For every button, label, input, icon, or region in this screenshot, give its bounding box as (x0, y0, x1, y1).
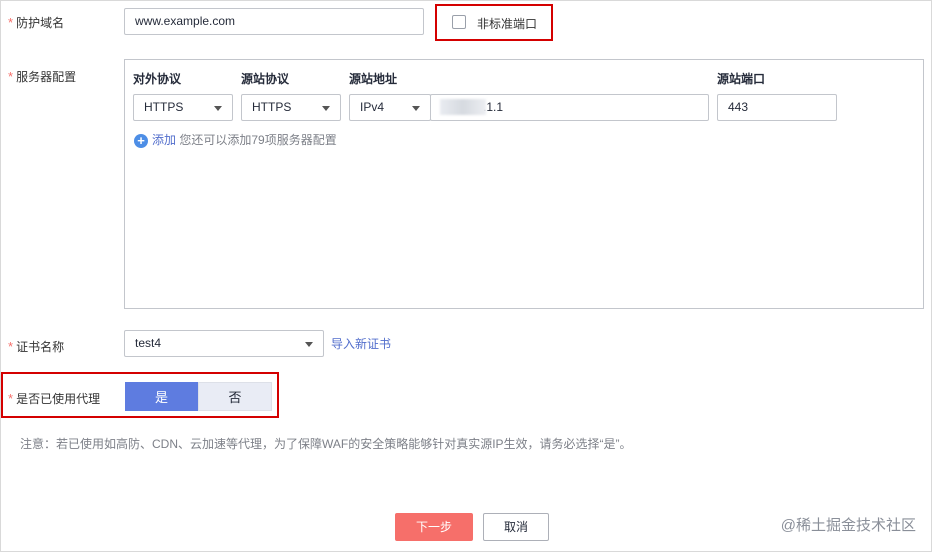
add-server-hint: 您还可以添加79项服务器配置 (179, 133, 337, 147)
redacted-address-blur (440, 99, 486, 115)
chevron-down-icon (214, 106, 222, 111)
domain-input[interactable]: www.example.com (124, 8, 424, 35)
external-protocol-select[interactable]: HTTPS (133, 94, 233, 121)
chevron-down-icon (322, 106, 330, 111)
nonstandard-port-label: 非标准端口 (477, 17, 538, 31)
certificate-select[interactable]: test4 (124, 330, 324, 357)
required-star: * (8, 391, 14, 406)
origin-port-input[interactable]: 443 (717, 94, 837, 121)
watermark: @稀土掘金技术社区 (780, 517, 916, 534)
col-external-protocol: 对外协议 (133, 72, 182, 86)
plus-circle-icon[interactable]: + (134, 134, 148, 148)
server-config-label: * 服务器配置 (8, 69, 77, 84)
add-server-link[interactable]: 添加 (152, 133, 176, 147)
proxy-note: 注意：若已使用如高防、CDN、云加速等代理，为了保障WAF的安全策略能够针对真实… (20, 437, 632, 451)
col-origin-protocol: 源站协议 (241, 72, 290, 86)
proxy-yes-button[interactable]: 是 (125, 382, 198, 411)
ip-version-select[interactable]: IPv4 (349, 94, 431, 121)
chevron-down-icon (305, 342, 313, 347)
next-button[interactable]: 下一步 (395, 513, 473, 541)
chevron-down-icon (412, 106, 420, 111)
required-star: * (8, 15, 14, 30)
domain-label: * 防护域名 (8, 15, 65, 30)
origin-protocol-select[interactable]: HTTPS (241, 94, 341, 121)
cancel-button[interactable]: 取消 (483, 513, 549, 541)
col-origin-port: 源站端口 (717, 72, 766, 86)
add-server-row: 添加 您还可以添加79项服务器配置 (152, 131, 337, 148)
proxy-no-button[interactable]: 否 (198, 382, 272, 411)
required-star: * (8, 339, 14, 354)
import-certificate-link[interactable]: 导入新证书 (331, 335, 391, 352)
col-origin-address: 源站地址 (349, 72, 398, 86)
nonstandard-port-checkbox[interactable] (452, 15, 466, 29)
required-star: * (8, 69, 14, 84)
proxy-label: * 是否已使用代理 (8, 391, 101, 406)
certificate-label: * 证书名称 (8, 339, 65, 354)
